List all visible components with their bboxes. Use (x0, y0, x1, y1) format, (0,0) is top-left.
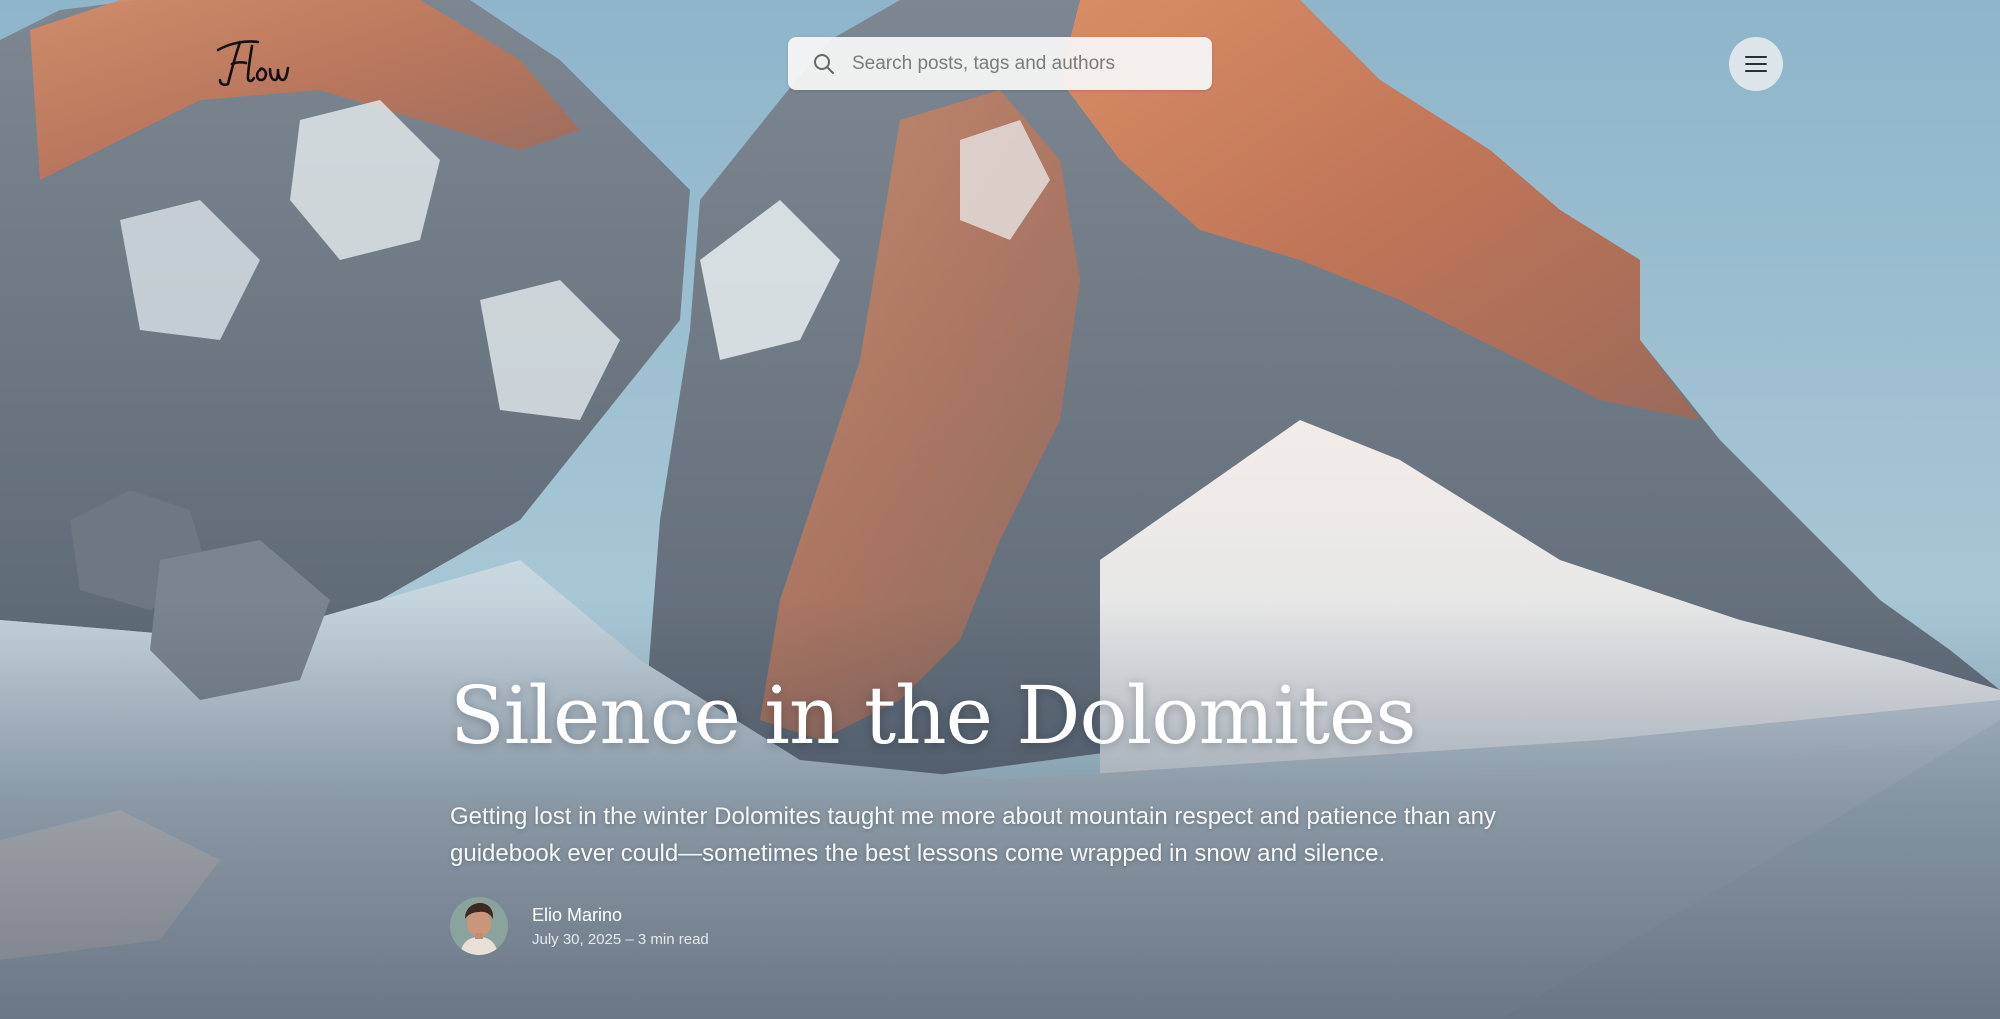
post-date-read-time: July 30, 2025 – 3 min read (532, 930, 709, 948)
post-hero-content: Silence in the Dolomites Getting lost in… (450, 666, 1600, 955)
author-avatar-image (450, 897, 508, 955)
site-logo[interactable] (214, 32, 300, 92)
search-icon (812, 52, 836, 76)
author-avatar[interactable] (450, 897, 508, 955)
post-author: Elio Marino July 30, 2025 – 3 min read (450, 897, 1600, 955)
flow-logo-icon (216, 40, 290, 87)
hero-section: Silence in the Dolomites Getting lost in… (0, 0, 2000, 1019)
post-title[interactable]: Silence in the Dolomites (450, 666, 1600, 766)
author-meta: Elio Marino July 30, 2025 – 3 min read (532, 904, 709, 949)
menu-button[interactable] (1729, 37, 1783, 91)
hamburger-menu-icon (1745, 56, 1767, 72)
author-name[interactable]: Elio Marino (532, 904, 709, 926)
search-bar[interactable] (788, 36, 1212, 91)
post-excerpt: Getting lost in the winter Dolomites tau… (450, 803, 1496, 867)
search-input[interactable] (850, 36, 1212, 91)
